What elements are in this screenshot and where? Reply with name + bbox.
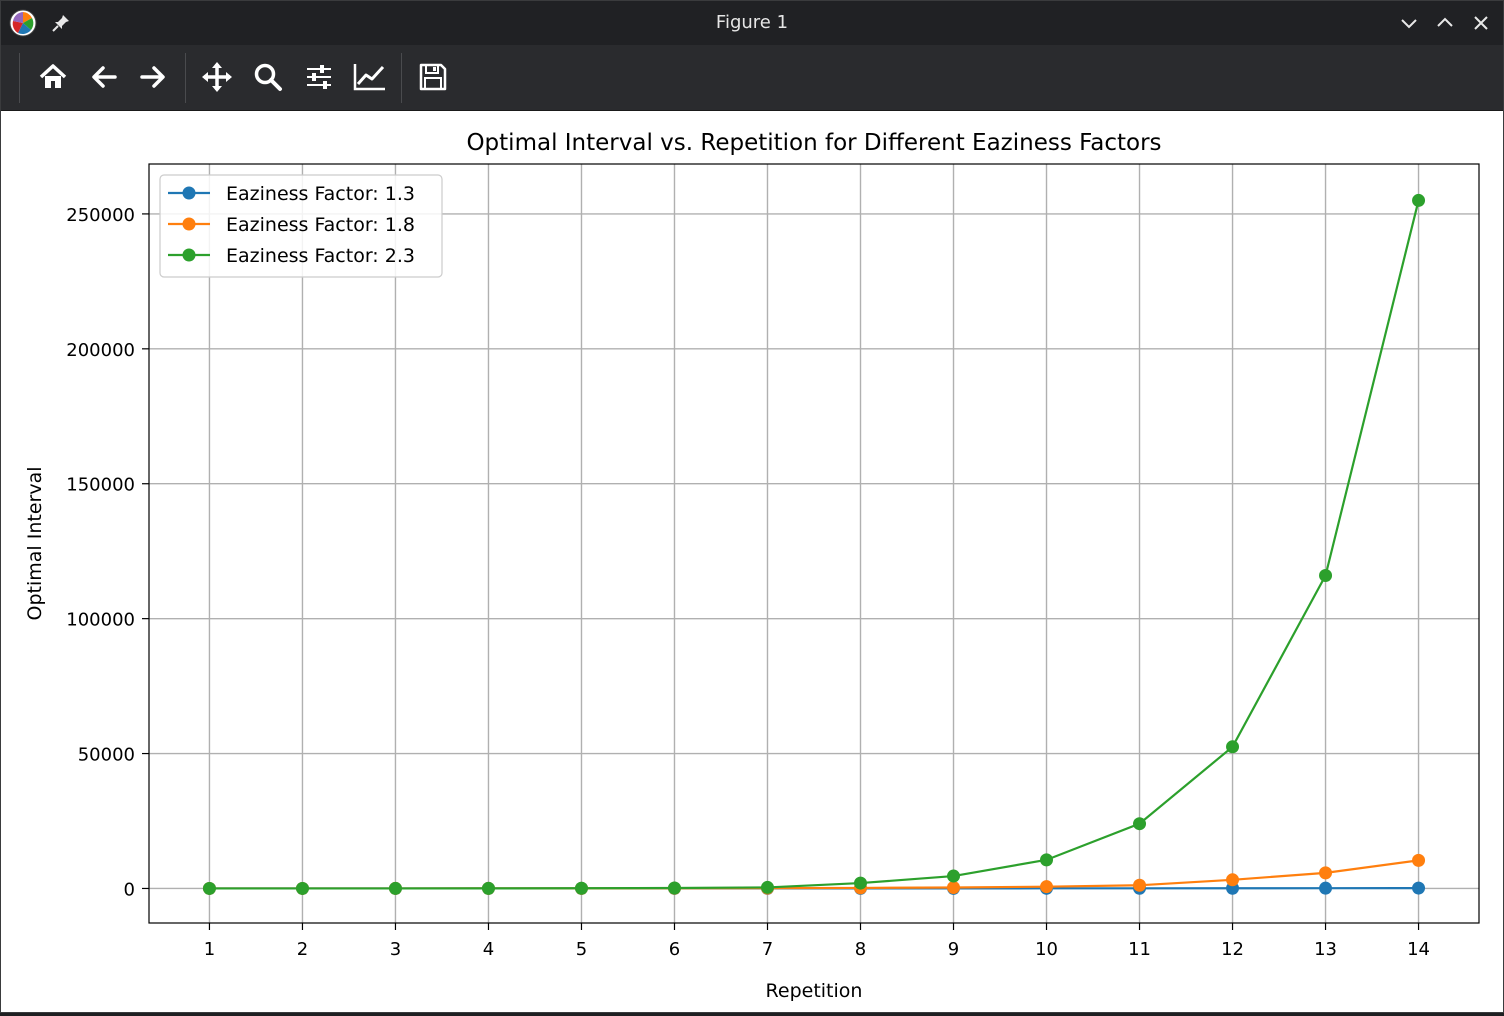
toolbar-separator — [401, 53, 402, 103]
x-tick-label: 2 — [297, 939, 308, 960]
series-3-point — [296, 882, 309, 895]
series-3-point — [947, 870, 960, 883]
legend-swatch-marker — [183, 249, 196, 262]
plot-svg: 1234567891011121314050000100000150000200… — [1, 111, 1503, 1012]
y-tick-label: 250000 — [66, 205, 135, 226]
y-tick-label: 150000 — [66, 475, 135, 496]
series-2-point — [947, 881, 960, 894]
legend-swatch-marker — [183, 187, 196, 200]
pan-button[interactable] — [195, 55, 239, 99]
home-button[interactable] — [31, 55, 75, 99]
series-2-point — [1226, 873, 1239, 886]
series-3-point — [854, 877, 867, 890]
legend-entry-label: Eaziness Factor: 2.3 — [226, 245, 415, 267]
edit-axis-line-icon — [353, 62, 387, 92]
close-icon[interactable] — [1465, 7, 1497, 39]
x-tick-label: 9 — [948, 939, 959, 960]
forward-arrow-icon — [138, 62, 168, 92]
back-arrow-icon — [89, 62, 119, 92]
x-tick-label: 6 — [669, 939, 680, 960]
y-axis-label: Optimal Interval — [24, 467, 46, 621]
edit-axis-button[interactable] — [348, 55, 392, 99]
x-tick-label: 13 — [1314, 939, 1337, 960]
y-tick-label: 0 — [124, 879, 135, 900]
forward-button[interactable] — [131, 55, 175, 99]
series-3-point — [1226, 740, 1239, 753]
back-button[interactable] — [82, 55, 126, 99]
figure-canvas[interactable]: 1234567891011121314050000100000150000200… — [1, 111, 1503, 1012]
x-axis-label: Repetition — [766, 980, 863, 1002]
x-tick-label: 3 — [390, 939, 401, 960]
legend[interactable]: Eaziness Factor: 1.3 Eaziness Factor: 1.8… — [160, 175, 442, 277]
series-3-point — [1319, 569, 1332, 582]
series-2-point — [1133, 879, 1146, 892]
x-tick-label: 12 — [1221, 939, 1244, 960]
navigation-toolbar — [1, 45, 1503, 111]
y-tick-label: 200000 — [66, 340, 135, 361]
toolbar-separator — [185, 53, 186, 103]
x-tick-label: 10 — [1035, 939, 1058, 960]
save-button[interactable] — [411, 55, 455, 99]
zoom-button[interactable] — [246, 55, 290, 99]
chevron-down-icon[interactable] — [1393, 7, 1425, 39]
legend-entry-label: Eaziness Factor: 1.3 — [226, 183, 415, 205]
subplots-sliders-icon — [304, 62, 334, 92]
x-tick-label: 5 — [576, 939, 587, 960]
axes-frame — [149, 164, 1479, 923]
x-tick-label: 11 — [1128, 939, 1151, 960]
save-floppy-icon — [418, 62, 448, 92]
series-2-point — [1412, 854, 1425, 867]
y-tick-label: 100000 — [66, 610, 135, 631]
legend-entry-label: Eaziness Factor: 1.8 — [226, 214, 415, 236]
series-3-point — [389, 882, 402, 895]
x-tick-label: 1 — [204, 939, 215, 960]
pan-move-icon — [201, 61, 233, 93]
series-3-point — [1412, 194, 1425, 207]
home-icon — [38, 62, 68, 92]
toolbar-separator — [19, 53, 20, 103]
legend-swatch-marker — [183, 218, 196, 231]
series-line-3 — [209, 200, 1418, 888]
series-2-point — [1319, 866, 1332, 879]
series-1-point — [1412, 882, 1425, 895]
series-3-point — [575, 882, 588, 895]
series-3-point — [482, 882, 495, 895]
x-tick-label: 7 — [762, 939, 773, 960]
series-3-point — [1133, 817, 1146, 830]
series-3-point — [761, 881, 774, 894]
title-bar[interactable]: Figure 1 — [1, 1, 1503, 45]
subplots-button[interactable] — [297, 55, 341, 99]
series-1-point — [1319, 882, 1332, 895]
zoom-magnifier-icon — [253, 62, 283, 92]
series-3-point — [203, 882, 216, 895]
x-tick-label: 8 — [855, 939, 866, 960]
y-tick-label: 50000 — [78, 745, 135, 766]
figure-window: Figure 1 — [0, 0, 1504, 1013]
series-2-point — [1040, 880, 1053, 893]
series-3-point — [668, 882, 681, 895]
chart-title: Optimal Interval vs. Repetition for Diff… — [466, 130, 1161, 156]
window-title: Figure 1 — [1, 1, 1503, 45]
series-3-point — [1040, 853, 1053, 866]
x-tick-label: 4 — [483, 939, 494, 960]
x-tick-label: 14 — [1407, 939, 1430, 960]
chevron-up-icon[interactable] — [1429, 7, 1461, 39]
